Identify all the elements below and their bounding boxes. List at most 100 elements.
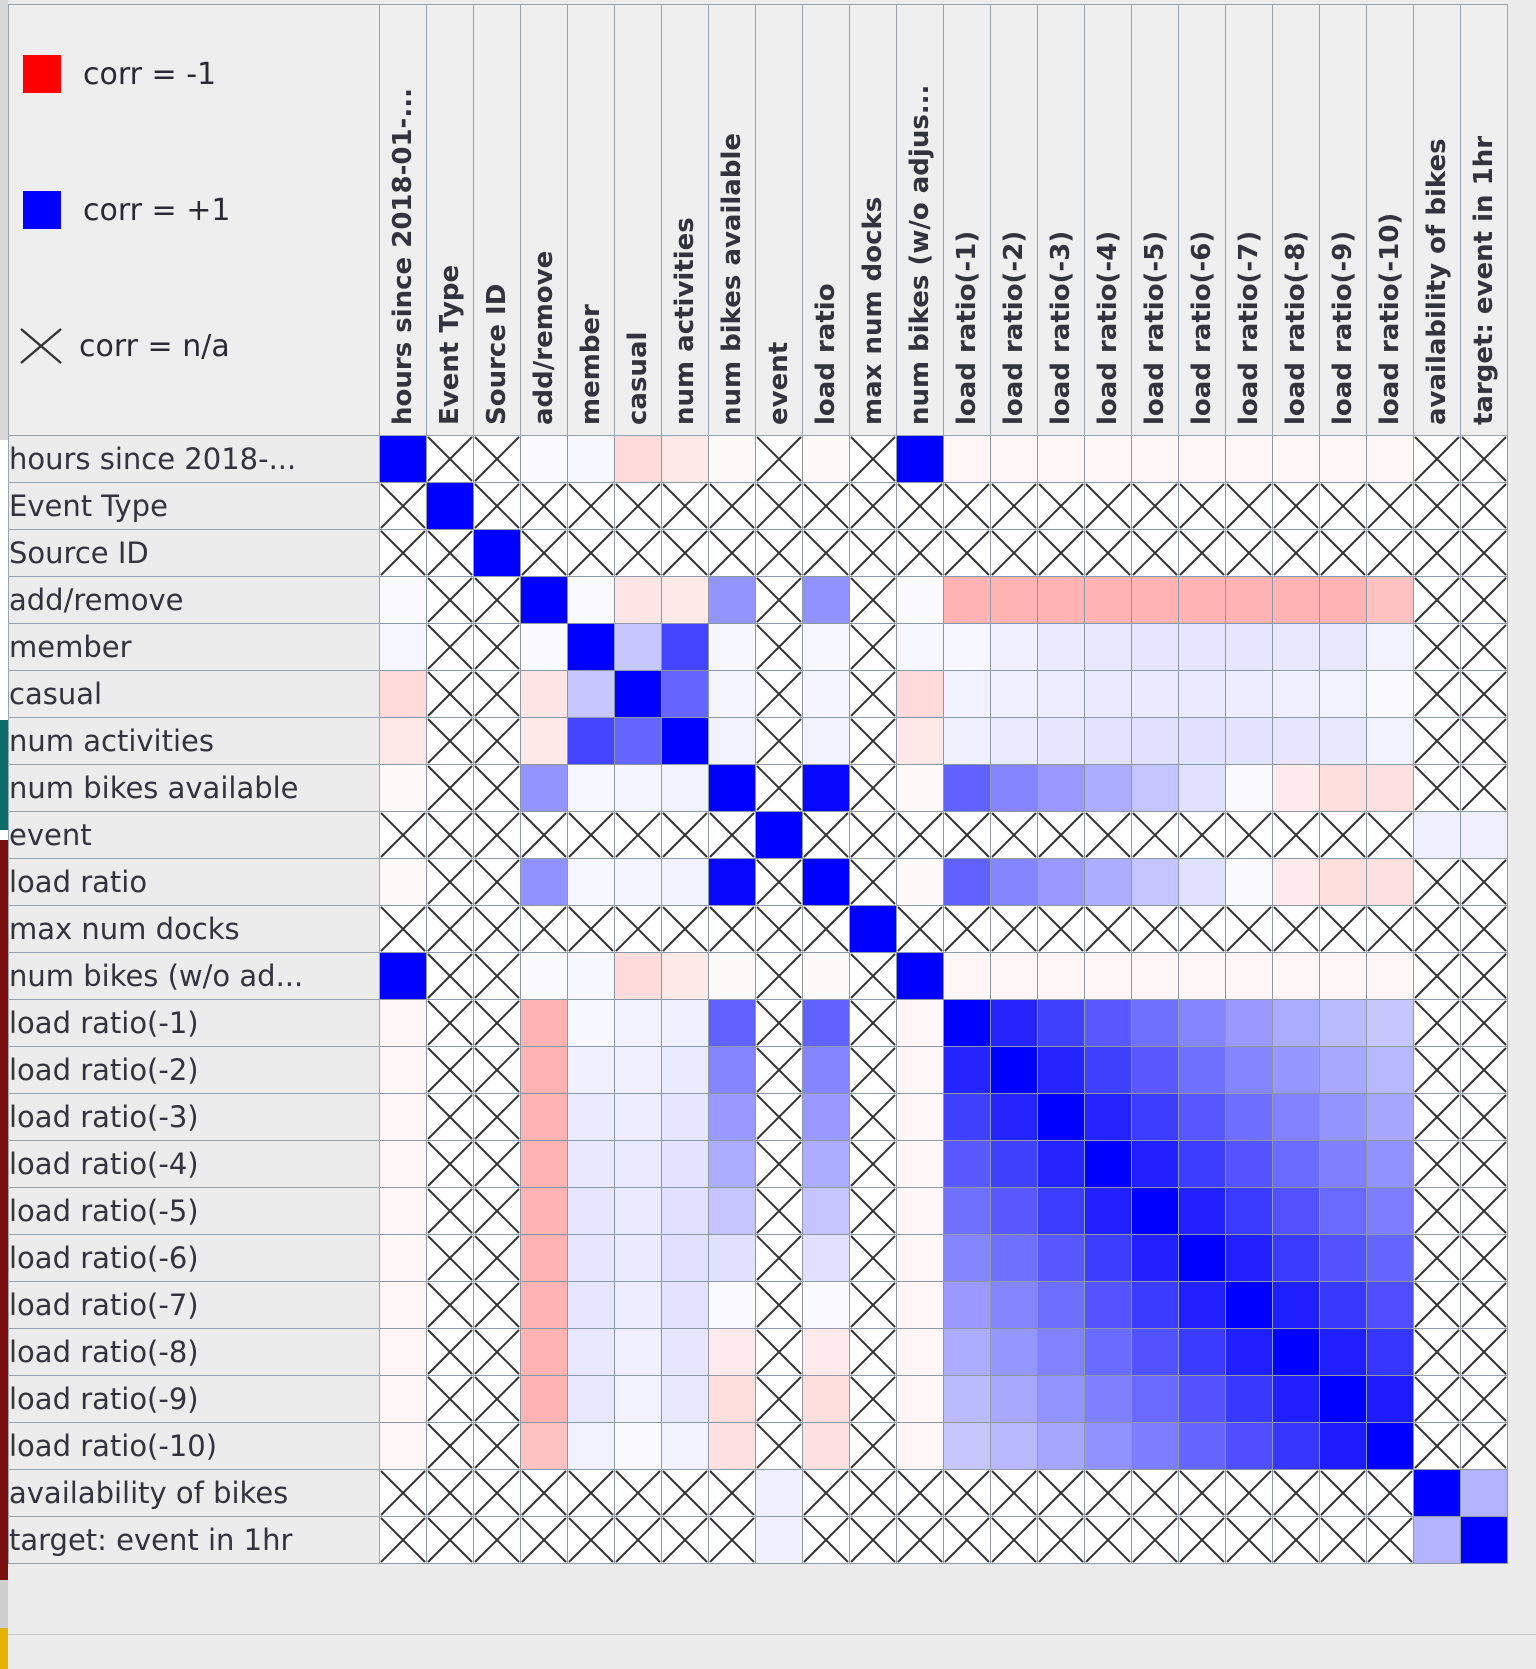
matrix-cell[interactable] <box>567 435 615 483</box>
matrix-cell[interactable] <box>614 952 662 1000</box>
matrix-cell-na[interactable] <box>990 905 1038 953</box>
matrix-cell[interactable] <box>1131 670 1179 718</box>
matrix-cell-na[interactable] <box>426 1187 474 1235</box>
matrix-cell[interactable] <box>1037 858 1085 906</box>
matrix-cell[interactable] <box>1225 999 1273 1047</box>
matrix-cell-na[interactable] <box>426 764 474 812</box>
matrix-cell-na[interactable] <box>1319 905 1367 953</box>
matrix-cell[interactable] <box>379 858 427 906</box>
matrix-cell-na[interactable] <box>426 1422 474 1470</box>
matrix-cell-na[interactable] <box>426 576 474 624</box>
row-header-0[interactable]: hours since 2018-... <box>8 435 380 483</box>
matrix-cell-na[interactable] <box>520 905 568 953</box>
matrix-cell-na[interactable] <box>990 482 1038 530</box>
matrix-cell[interactable] <box>1225 1375 1273 1423</box>
matrix-cell[interactable] <box>520 1234 568 1282</box>
matrix-cell[interactable] <box>708 1093 756 1141</box>
matrix-cell-na[interactable] <box>802 482 850 530</box>
matrix-cell-na[interactable] <box>473 576 521 624</box>
matrix-cell[interactable] <box>1319 576 1367 624</box>
matrix-cell[interactable] <box>943 670 991 718</box>
matrix-cell-na[interactable] <box>990 1469 1038 1517</box>
matrix-cell[interactable] <box>1319 1422 1367 1470</box>
matrix-cell-na[interactable] <box>1084 905 1132 953</box>
matrix-cell[interactable] <box>802 1422 850 1470</box>
matrix-cell[interactable] <box>567 1234 615 1282</box>
matrix-cell-na[interactable] <box>1460 529 1508 577</box>
matrix-cell-na[interactable] <box>473 858 521 906</box>
matrix-cell[interactable] <box>755 1516 803 1564</box>
matrix-cell[interactable] <box>567 764 615 812</box>
matrix-cell[interactable] <box>1084 858 1132 906</box>
matrix-cell-na[interactable] <box>473 1328 521 1376</box>
matrix-cell-na[interactable] <box>426 717 474 765</box>
column-header-22[interactable]: availability of bikes <box>1413 4 1461 436</box>
matrix-cell-na[interactable] <box>1413 999 1461 1047</box>
row-header-15[interactable]: load ratio(-4) <box>8 1140 380 1188</box>
matrix-cell[interactable] <box>520 576 568 624</box>
matrix-cell[interactable] <box>708 764 756 812</box>
matrix-cell-na[interactable] <box>1319 1469 1367 1517</box>
matrix-cell[interactable] <box>614 764 662 812</box>
matrix-cell[interactable] <box>1225 1422 1273 1470</box>
matrix-cell-na[interactable] <box>473 905 521 953</box>
matrix-cell-na[interactable] <box>1413 623 1461 671</box>
matrix-cell[interactable] <box>1272 623 1320 671</box>
matrix-cell[interactable] <box>1319 1375 1367 1423</box>
matrix-cell[interactable] <box>896 717 944 765</box>
matrix-cell-na[interactable] <box>1084 1469 1132 1517</box>
row-header-8[interactable]: event <box>8 811 380 859</box>
matrix-cell[interactable] <box>1366 858 1414 906</box>
matrix-cell[interactable] <box>379 999 427 1047</box>
matrix-cell-na[interactable] <box>708 905 756 953</box>
matrix-cell-na[interactable] <box>896 905 944 953</box>
matrix-cell-na[interactable] <box>661 482 709 530</box>
matrix-cell-na[interactable] <box>849 717 897 765</box>
matrix-cell[interactable] <box>1178 764 1226 812</box>
matrix-cell-na[interactable] <box>755 482 803 530</box>
matrix-cell-na[interactable] <box>661 529 709 577</box>
matrix-cell-na[interactable] <box>755 999 803 1047</box>
matrix-cell[interactable] <box>614 1234 662 1282</box>
matrix-cell[interactable] <box>1037 764 1085 812</box>
matrix-cell-na[interactable] <box>802 1469 850 1517</box>
matrix-cell[interactable] <box>614 623 662 671</box>
row-header-5[interactable]: casual <box>8 670 380 718</box>
matrix-cell[interactable] <box>1319 1046 1367 1094</box>
matrix-cell[interactable] <box>943 623 991 671</box>
matrix-cell[interactable] <box>1366 1281 1414 1329</box>
matrix-cell-na[interactable] <box>1178 905 1226 953</box>
matrix-cell[interactable] <box>1037 1422 1085 1470</box>
matrix-cell-na[interactable] <box>473 435 521 483</box>
matrix-cell[interactable] <box>1131 1375 1179 1423</box>
matrix-cell[interactable] <box>1131 1093 1179 1141</box>
matrix-cell-na[interactable] <box>802 529 850 577</box>
matrix-cell-na[interactable] <box>1460 1328 1508 1376</box>
matrix-cell[interactable] <box>990 435 1038 483</box>
matrix-cell[interactable] <box>1131 764 1179 812</box>
matrix-cell-na[interactable] <box>849 670 897 718</box>
matrix-cell-na[interactable] <box>520 1516 568 1564</box>
column-header-19[interactable]: load ratio(-8) <box>1272 4 1320 436</box>
matrix-cell[interactable] <box>567 576 615 624</box>
matrix-cell-na[interactable] <box>1037 529 1085 577</box>
matrix-cell[interactable] <box>567 1281 615 1329</box>
matrix-cell[interactable] <box>896 952 944 1000</box>
matrix-cell[interactable] <box>1131 1422 1179 1470</box>
matrix-cell-na[interactable] <box>849 1469 897 1517</box>
matrix-cell[interactable] <box>520 1328 568 1376</box>
matrix-cell-na[interactable] <box>849 482 897 530</box>
matrix-cell[interactable] <box>1225 764 1273 812</box>
row-header-3[interactable]: add/remove <box>8 576 380 624</box>
matrix-cell[interactable] <box>896 1093 944 1141</box>
matrix-cell[interactable] <box>1037 623 1085 671</box>
matrix-cell[interactable] <box>1460 1516 1508 1564</box>
matrix-cell-na[interactable] <box>755 1046 803 1094</box>
matrix-cell[interactable] <box>614 1328 662 1376</box>
matrix-cell[interactable] <box>990 858 1038 906</box>
matrix-cell-na[interactable] <box>849 764 897 812</box>
matrix-cell[interactable] <box>990 1234 1038 1282</box>
matrix-cell[interactable] <box>1037 1093 1085 1141</box>
matrix-cell[interactable] <box>1366 576 1414 624</box>
matrix-cell[interactable] <box>1319 1328 1367 1376</box>
